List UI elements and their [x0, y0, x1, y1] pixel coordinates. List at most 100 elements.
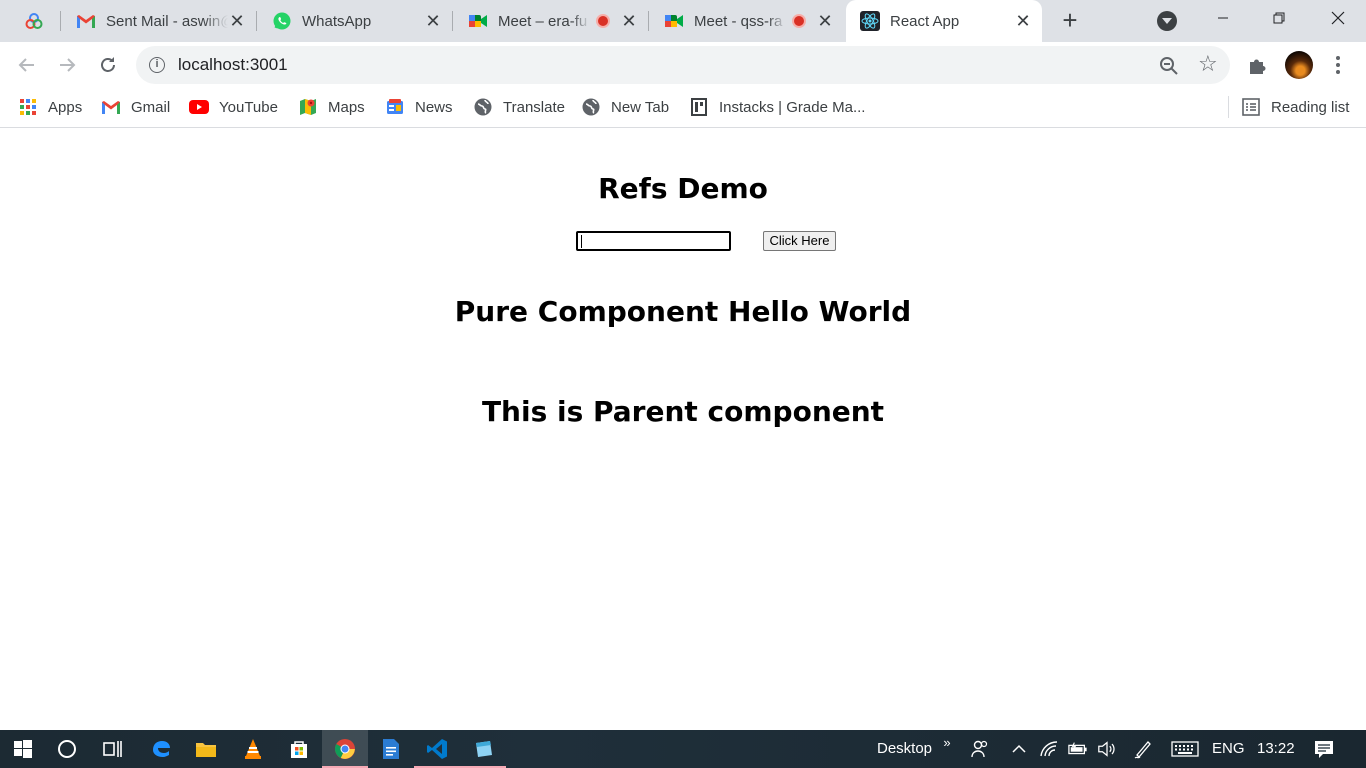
tab-separator — [256, 11, 257, 31]
profile-tab-icon[interactable] — [14, 8, 54, 34]
tab-title: Sent Mail - aswin@ — [106, 12, 228, 30]
bookmark-label: Instacks | Grade Ma... — [719, 98, 866, 116]
desktop-toolbar-label[interactable]: Desktop — [877, 740, 932, 757]
globe-icon — [473, 97, 493, 117]
tab-gmail[interactable]: Sent Mail - aswin@ ✕ — [62, 6, 256, 36]
bookmark-new-tab[interactable]: New Tab — [581, 96, 669, 118]
reading-list-button[interactable]: Reading list — [1241, 96, 1349, 118]
recording-indicator-icon — [792, 14, 806, 28]
whatsapp-icon — [272, 11, 292, 31]
news-icon — [385, 97, 405, 117]
toolbar-expand-chevron-icon[interactable]: » — [937, 732, 957, 752]
bookmark-label: News — [415, 98, 453, 116]
bookmark-label: Maps — [328, 98, 365, 116]
cortana-search-icon[interactable] — [44, 730, 90, 768]
back-arrow-icon[interactable] — [13, 51, 41, 79]
windows-taskbar: Desktop » ENG 13:22 — [0, 730, 1366, 768]
pure-component-heading: Pure Component Hello World — [454, 295, 912, 328]
bookmark-label: Translate — [503, 98, 565, 116]
refs-demo-heading: Refs Demo — [598, 172, 768, 205]
tab-close-icon[interactable]: ✕ — [816, 12, 834, 30]
input-language-indicator[interactable]: ENG — [1212, 740, 1245, 757]
url-text: localhost:3001 — [178, 55, 288, 74]
vscode-icon[interactable] — [414, 730, 460, 768]
tab-close-icon[interactable]: ✕ — [424, 12, 442, 30]
tab-title: Meet - qss-ra — [694, 12, 783, 30]
pen-workspace-icon[interactable] — [1133, 739, 1153, 759]
people-icon[interactable] — [970, 739, 990, 759]
battery-icon[interactable] — [1068, 739, 1088, 759]
instacks-icon — [689, 97, 709, 117]
close-window-icon[interactable] — [1310, 0, 1366, 36]
wifi-icon[interactable] — [1039, 739, 1059, 759]
windows-start-icon[interactable] — [0, 730, 46, 768]
show-hidden-icons-chevron-icon[interactable] — [1009, 739, 1029, 759]
bookmark-label: Gmail — [131, 98, 171, 116]
bookmark-star-icon[interactable]: ☆ — [1198, 53, 1218, 75]
react-app-page: Refs Demo Click Here Pure Component Hell… — [0, 129, 1366, 730]
forward-arrow-icon[interactable] — [53, 51, 81, 79]
task-view-icon[interactable] — [89, 730, 135, 768]
minimize-window-icon[interactable] — [1195, 0, 1251, 36]
tab-search-chevron-icon[interactable] — [1157, 11, 1177, 31]
address-bar[interactable]: i localhost:3001 ☆ — [136, 46, 1230, 84]
system-clock[interactable]: 13:22 — [1257, 740, 1295, 757]
notepad-icon[interactable] — [460, 730, 506, 768]
zoom-magnifier-icon[interactable] — [1158, 55, 1180, 77]
bookmark-translate[interactable]: Translate — [473, 96, 565, 118]
volume-icon[interactable] — [1097, 739, 1117, 759]
restore-window-icon[interactable] — [1251, 0, 1307, 36]
profile-avatar[interactable] — [1285, 51, 1313, 79]
tab-close-icon[interactable]: ✕ — [620, 12, 638, 30]
tab-title: WhatsApp — [302, 12, 372, 30]
bookmark-label: YouTube — [219, 98, 278, 116]
bookmark-news[interactable]: News — [385, 96, 453, 118]
youtube-icon — [189, 97, 209, 117]
bookmarks-separator — [1228, 96, 1229, 118]
click-here-button[interactable]: Click Here — [763, 231, 836, 251]
meet-icon — [664, 11, 684, 31]
tab-title: React App — [890, 12, 960, 30]
bookmark-label: New Tab — [611, 98, 670, 116]
extensions-puzzle-icon[interactable] — [1247, 54, 1271, 78]
bookmark-apps[interactable]: Apps — [18, 96, 82, 118]
document-editor-icon[interactable] — [368, 730, 414, 768]
new-tab-plus-icon[interactable]: + — [1058, 7, 1082, 33]
parent-component-heading: This is Parent component — [481, 395, 885, 428]
bookmark-maps[interactable]: Maps — [298, 96, 365, 118]
action-center-notification-icon[interactable] — [1314, 739, 1334, 759]
meet-icon — [468, 11, 488, 31]
bookmark-instacks[interactable]: Instacks | Grade Ma... — [689, 96, 865, 118]
chrome-menu-icon[interactable] — [1330, 54, 1346, 76]
bookmarks-bar: Apps Gmail YouTube Maps News Translate N… — [0, 88, 1366, 128]
tab-meet-qss[interactable]: Meet - qss-ra ✕ — [650, 6, 844, 36]
microsoft-store-icon[interactable] — [276, 730, 322, 768]
tab-whatsapp[interactable]: WhatsApp ✕ — [258, 6, 452, 36]
apps-grid-icon — [18, 97, 38, 117]
gmail-icon — [76, 11, 96, 31]
tab-react-app[interactable]: React App ✕ — [846, 0, 1042, 42]
file-explorer-icon[interactable] — [183, 730, 229, 768]
tab-close-icon[interactable]: ✕ — [228, 12, 246, 30]
recording-indicator-icon — [596, 14, 610, 28]
browser-toolbar: i localhost:3001 ☆ — [0, 42, 1366, 88]
bookmark-youtube[interactable]: YouTube — [189, 96, 278, 118]
maps-icon — [298, 97, 318, 117]
bookmark-gmail[interactable]: Gmail — [101, 96, 170, 118]
site-info-icon[interactable]: i — [149, 57, 165, 73]
chrome-taskbar-icon[interactable] — [322, 730, 368, 768]
vlc-icon[interactable] — [230, 730, 276, 768]
tab-separator — [452, 11, 453, 31]
edge-browser-icon[interactable] — [138, 730, 184, 768]
reading-list-label: Reading list — [1271, 98, 1350, 116]
react-icon — [860, 11, 880, 31]
bookmark-label: Apps — [48, 98, 83, 116]
globe-icon — [581, 97, 601, 117]
refs-text-input[interactable] — [576, 231, 731, 251]
tab-close-icon[interactable]: ✕ — [1014, 12, 1032, 30]
tab-meet-era[interactable]: Meet – era-fu ✕ — [454, 6, 648, 36]
touch-keyboard-icon[interactable] — [1170, 739, 1200, 759]
tab-separator — [60, 11, 61, 31]
gmail-icon — [101, 97, 121, 117]
reload-icon[interactable] — [94, 51, 122, 79]
